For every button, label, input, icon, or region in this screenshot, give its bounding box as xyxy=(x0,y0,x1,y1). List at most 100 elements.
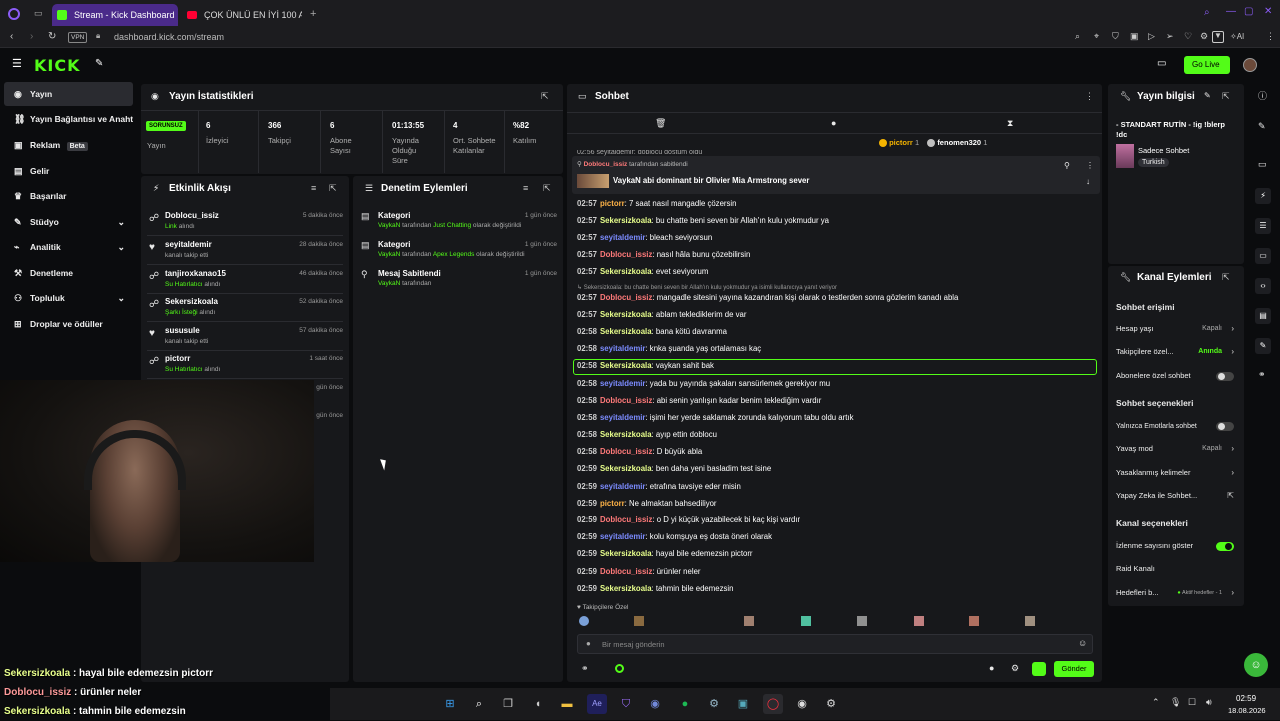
discord-icon[interactable]: ◉ xyxy=(645,694,665,714)
pin-tool-icon[interactable]: ✎ xyxy=(95,59,103,69)
message-user[interactable]: Doblocu_issiz xyxy=(600,396,652,405)
bookmark-icon[interactable]: ▼ xyxy=(1212,31,1224,43)
pin-icon[interactable]: ⌖ xyxy=(1094,32,1099,41)
chat-message[interactable]: 02:57 seyitaldemir: bleach seviyorsun xyxy=(577,231,712,245)
sidebar-item-gelir[interactable]: ▤ Gelir xyxy=(4,159,133,183)
ai-chat-setting[interactable]: Yapay Zeka ile Sohbet... ⇱ xyxy=(1116,488,1236,504)
rail-wrench-icon[interactable]: ✎ xyxy=(1255,338,1271,354)
help-bubble-icon[interactable]: ☺ xyxy=(1244,653,1268,677)
subs-only-toggle[interactable] xyxy=(1216,372,1234,381)
message-user[interactable]: Sekersizkoala xyxy=(600,216,652,225)
emote-picker-icon[interactable]: ● xyxy=(586,640,591,648)
popout-icon[interactable]: ⇱ xyxy=(329,184,337,193)
sidebar-item-analitik[interactable]: ⌁ Analitik ⌄ xyxy=(4,235,133,259)
obs-icon[interactable]: ◉ xyxy=(792,694,812,714)
kick-badge-icon[interactable] xyxy=(1032,662,1046,676)
more-icon[interactable]: ⋮ xyxy=(1086,162,1094,170)
chat-message[interactable]: 02:57 Sekersizkoala: ablam teklediklerim … xyxy=(577,308,746,322)
chat-bubble-icon[interactable]: ● xyxy=(831,119,836,128)
extensions-icon[interactable]: ⚙ xyxy=(1200,32,1208,41)
brave-icon[interactable]: ⛉ xyxy=(616,694,636,714)
hourglass-icon[interactable]: ⧗ xyxy=(1007,119,1013,128)
popout-icon[interactable]: ⇱ xyxy=(543,184,551,193)
arrow-down-icon[interactable]: ↓ xyxy=(1086,178,1090,186)
reload-icon[interactable]: ↻ xyxy=(48,32,56,42)
emote[interactable] xyxy=(1025,616,1035,626)
menu-icon[interactable]: ⋮ xyxy=(1266,32,1275,41)
edit-icon[interactable]: ✎ xyxy=(1204,92,1211,100)
rail-share-icon[interactable]: ⚭ xyxy=(1258,370,1266,379)
message-user[interactable]: Doblocu_issiz xyxy=(600,515,652,524)
chat-bubble-icon[interactable]: ● xyxy=(989,664,994,673)
message-user[interactable]: Sekersizkoala xyxy=(600,430,652,439)
trash-icon[interactable]: 🗑︎ xyxy=(655,119,666,128)
chat-message[interactable]: 02:59 Sekersizkoala: ben daha yeni baslad… xyxy=(577,462,771,476)
sidebar-item-studyo[interactable]: ✎ Stüdyo ⌄ xyxy=(4,210,133,234)
chat-message[interactable]: 02:58 Sekersizkoala: bana kötü davranma xyxy=(577,325,727,339)
send-button[interactable]: Gönder xyxy=(1054,661,1094,677)
kick-logo[interactable]: KICK xyxy=(34,56,81,75)
zoom-icon[interactable]: ⌕ xyxy=(1075,32,1080,41)
filter-icon[interactable]: ≡ xyxy=(311,184,316,193)
chat-message[interactable]: 02:57 Doblocu_issiz: nasıl hâla bunu çöze… xyxy=(577,248,750,262)
unpin-icon[interactable]: ⚲ xyxy=(1064,162,1070,170)
mic-icon[interactable]: 🎙︎ xyxy=(1170,698,1181,707)
message-user[interactable]: Sekersizkoala xyxy=(600,327,652,336)
popout-icon[interactable]: ⇱ xyxy=(1222,273,1230,282)
top-chatter-name[interactable]: fenomen320 xyxy=(937,138,981,147)
sidebar-item-stream-key[interactable]: ⛓ Yayın Bağlantısı ve Anahtar xyxy=(4,107,133,131)
account-age-setting[interactable]: Hesap yaşı Kapalı › xyxy=(1116,321,1236,337)
message-user[interactable]: pictorr xyxy=(600,499,625,508)
emoji-icon[interactable]: ☺ xyxy=(1078,639,1087,648)
goals-setting[interactable]: Hedefleri b... ● Aktif hedefler - 1 › xyxy=(1116,585,1236,601)
wallet-icon[interactable]: ▣ xyxy=(1130,32,1139,41)
emote[interactable] xyxy=(744,616,754,626)
emote[interactable] xyxy=(579,616,589,626)
message-user[interactable]: Sekersizkoala xyxy=(600,267,652,276)
chat-message[interactable]: 02:58 Doblocu_issiz: D büyük abla xyxy=(577,445,702,459)
opera-icon[interactable] xyxy=(8,8,20,20)
chat-message[interactable]: 02:59 pictorr: Ne almaktan bahsediliyor xyxy=(577,497,717,511)
tray-chevron-icon[interactable]: ⌃ xyxy=(1152,698,1160,707)
clock-date[interactable]: 18.08.2026 xyxy=(1228,706,1266,715)
emote[interactable] xyxy=(634,616,644,626)
message-user[interactable]: Sekersizkoala xyxy=(600,310,652,319)
settings-icon[interactable]: ⚙ xyxy=(1011,664,1019,673)
emote-only-toggle[interactable] xyxy=(1216,422,1234,431)
go-live-button[interactable]: Go Live xyxy=(1184,56,1230,74)
vpn-badge[interactable]: VPN xyxy=(68,32,88,43)
rail-list-icon[interactable]: ☰ xyxy=(1255,218,1271,234)
back-icon[interactable]: ‹ xyxy=(10,32,13,42)
message-user[interactable]: Sekersizkoala xyxy=(600,549,652,558)
raid-setting[interactable]: Raid Kanalı xyxy=(1116,561,1236,577)
windows-start-icon[interactable]: ⊞ xyxy=(440,694,460,714)
chat-message[interactable]: 02:59 Sekersizkoala: hayal bile edemezsin… xyxy=(577,547,753,561)
ai-button[interactable]: ✧AI xyxy=(1230,32,1244,41)
search-icon[interactable]: ⌕ xyxy=(1204,8,1210,18)
emote[interactable] xyxy=(801,616,811,626)
message-user[interactable]: pictorr xyxy=(600,199,625,208)
filter-icon[interactable]: ≡ xyxy=(523,184,528,193)
emote[interactable] xyxy=(914,616,924,626)
followers-only-setting[interactable]: Takipçilere özel... Anında › xyxy=(1116,344,1236,360)
media-icon[interactable]: ◖ xyxy=(528,694,548,714)
play-icon[interactable]: ▷ xyxy=(1148,32,1155,41)
edit-icon[interactable]: ✎ xyxy=(1258,122,1266,131)
chat-message[interactable]: 02:57 Doblocu_issiz: mangadle sitesini ya… xyxy=(577,291,958,305)
avatar[interactable] xyxy=(1243,58,1257,72)
message-user[interactable]: Sekersizkoala xyxy=(600,584,652,593)
spotify-icon[interactable]: ● xyxy=(675,694,695,714)
after-effects-icon[interactable]: Ae xyxy=(587,694,607,714)
chat-message[interactable]: 02:57 pictorr: 7 saat nasıl mangadle çöze… xyxy=(577,197,736,211)
settings-icon[interactable]: ⚙ xyxy=(821,694,841,714)
forward-icon[interactable]: › xyxy=(30,32,33,42)
camera-icon[interactable]: ▭ xyxy=(1157,59,1166,69)
rail-code-icon[interactable]: ‹› xyxy=(1255,278,1271,294)
message-user[interactable]: seyitaldemir xyxy=(600,344,646,353)
app-icon[interactable]: ▣ xyxy=(733,694,753,714)
chat-message[interactable]: 02:58 seyitaldemir: yada bu yayında şakal… xyxy=(577,377,830,391)
message-user[interactable]: Doblocu_issiz xyxy=(600,250,652,259)
opera-taskbar-icon[interactable]: ◯ xyxy=(763,694,783,714)
chat-message[interactable]: 02:58 Doblocu_issiz: abi senin yanlışın k… xyxy=(577,394,821,408)
message-user[interactable]: Doblocu_issiz xyxy=(600,567,652,576)
